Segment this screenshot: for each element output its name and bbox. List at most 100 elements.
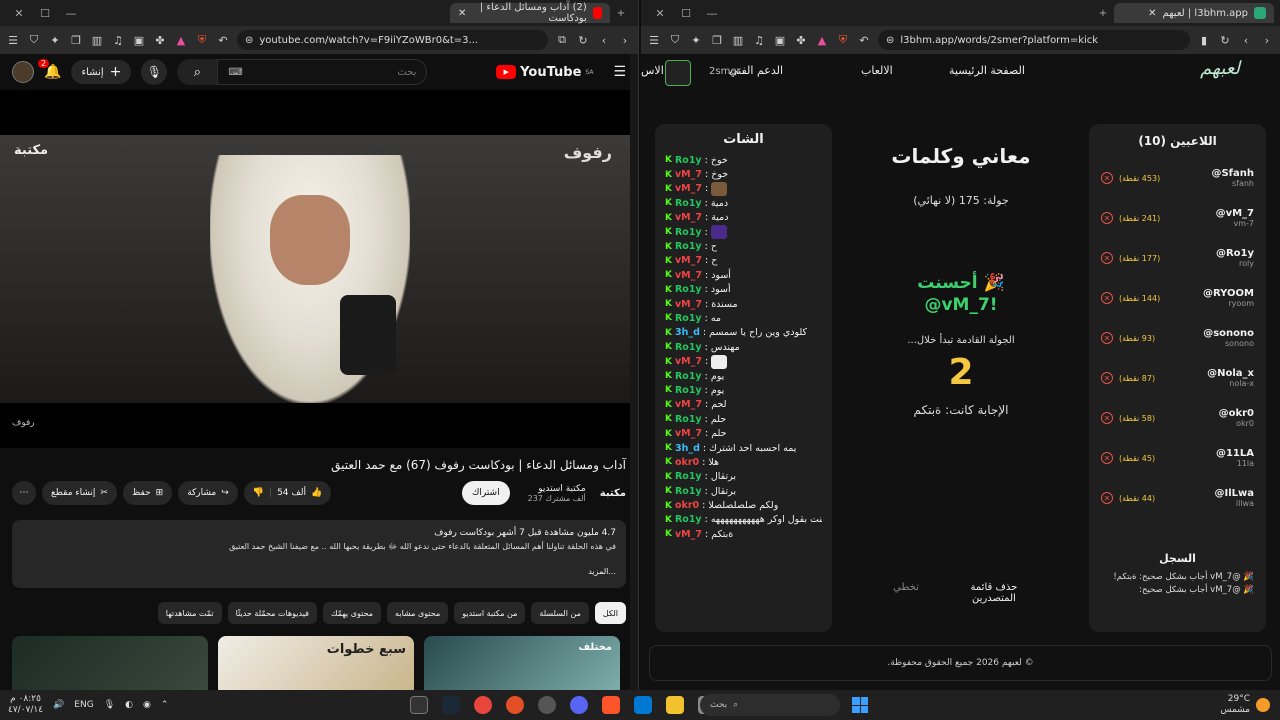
minimize-icon[interactable]: — [58,7,84,20]
store-icon[interactable] [634,696,652,714]
channel-logo[interactable]: مكتبة [600,488,626,499]
weather-widget[interactable]: 29°C مشمس [1220,694,1270,716]
remove-player-icon[interactable]: ✕ [1101,292,1113,304]
brave-rewards-icon[interactable]: ▲ [815,33,829,47]
chip-channel[interactable]: من مكتبة استديو [454,602,526,624]
extension-icon[interactable]: ✦ [689,33,703,47]
puzzle-icon[interactable]: ✤ [153,33,167,47]
shield-icon[interactable]: ⛉ [668,33,682,47]
chat-username[interactable]: vM_7 [675,529,702,540]
music-icon[interactable]: ♫ [752,33,766,47]
app-icon[interactable] [538,696,556,714]
copy-url-icon[interactable]: ⧉ [555,33,569,47]
chat-username[interactable]: 3h_d [675,443,700,454]
save-button[interactable]: حفظ ⊞ [122,481,173,505]
clip-button[interactable]: إنشاء مقطع ✂ [42,481,117,505]
forward-icon[interactable]: › [1260,33,1274,47]
chat-username[interactable]: Ro1y [675,471,702,482]
music-icon[interactable]: ♫ [111,33,125,47]
remove-player-icon[interactable]: ✕ [1101,172,1113,184]
remove-player-icon[interactable]: ✕ [1101,452,1113,464]
bookmark-page-icon[interactable]: ▮ [1197,33,1211,47]
maximize-icon[interactable]: ☐ [673,7,699,20]
chat-username[interactable]: okr0 [675,457,699,468]
extension-icon[interactable]: ✦ [48,33,62,47]
video-frame[interactable]: مكتبة رفوف [0,135,630,403]
chat-username[interactable]: Ro1y [675,155,702,166]
screenshot-icon[interactable]: ▣ [132,33,146,47]
new-tab-icon[interactable]: + [1092,8,1114,19]
avatar[interactable] [12,61,34,83]
chat-username[interactable]: vM_7 [675,356,702,367]
volume-icon[interactable]: 🔊 [53,700,64,710]
video-player[interactable]: مكتبة رفوف رفوف [0,90,638,448]
page-scrollbar[interactable] [630,54,638,690]
tab-youtube[interactable]: (2) آداب ومسائل الدعاء | بودكاست ✕ [450,2,610,24]
minimize-icon[interactable]: — [699,7,725,20]
voice-search-icon[interactable]: 🎙 [141,59,168,85]
notifications-icon[interactable]: 🔔 2 [38,59,61,80]
close-window-icon[interactable]: ✕ [647,7,673,20]
language-indicator[interactable]: ENG [74,700,93,710]
remove-player-icon[interactable]: ✕ [1101,492,1113,504]
brave-icon[interactable] [602,696,620,714]
sidebar-icon[interactable]: ▥ [90,33,104,47]
share-url-icon[interactable]: ↶ [216,33,230,47]
site-info-icon[interactable]: ⊜ [886,35,894,46]
network-icon[interactable]: ◉ [143,700,151,710]
chat-username[interactable]: Ro1y [675,198,702,209]
reload-icon[interactable]: ↻ [1218,33,1232,47]
related-video-thumbnail[interactable] [12,636,208,690]
brave-shield-icon[interactable]: ⛨ [195,33,209,47]
create-button[interactable]: إنشاء + [71,60,132,84]
chat-username[interactable]: vM_7 [675,212,702,223]
reload-icon[interactable]: ↻ [576,33,590,47]
chat-username[interactable]: okr0 [675,500,699,511]
chat-username[interactable]: vM_7 [675,270,702,281]
chat-username[interactable]: vM_7 [675,183,702,194]
share-url-icon[interactable]: ↶ [857,33,871,47]
remove-player-icon[interactable]: ✕ [1101,252,1113,264]
chat-username[interactable]: Ro1y [675,342,702,353]
brave-shield-icon[interactable]: ⛨ [836,33,850,47]
address-bar[interactable]: ⊜ l3bhm.app/words/2smer?platform=kick [878,30,1190,50]
chrome-icon[interactable] [474,696,492,714]
new-tab-icon[interactable]: + [610,8,632,19]
chat-username[interactable]: Ro1y [675,385,702,396]
forward-icon[interactable]: › [618,33,632,47]
discord-icon[interactable] [570,696,588,714]
chat-username[interactable]: vM_7 [675,255,702,266]
chat-username[interactable]: Ro1y [675,414,702,425]
nav-support[interactable]: الدعم الفني [729,64,783,77]
chip-recent[interactable]: فيديوهات محمّلة حديثًا [227,602,317,624]
chip-similar[interactable]: محتوى مشابه [387,602,449,624]
clear-leaderboard-button[interactable]: حذف قائمة المتصدرين [959,582,1029,604]
chat-username[interactable]: Ro1y [675,313,702,324]
close-window-icon[interactable]: ✕ [6,7,32,20]
more-actions-button[interactable]: ⋯ [12,481,36,505]
mic-icon[interactable]: 🎙 [104,700,115,710]
chat-username[interactable]: vM_7 [675,299,702,310]
chat-username[interactable]: vM_7 [675,169,702,180]
subscribe-button[interactable]: اشتراك [461,481,510,505]
chip-for-you[interactable]: محتوى يهمّك [322,602,382,624]
chevron-up-icon[interactable]: ⌃ [161,700,169,710]
remove-player-icon[interactable]: ✕ [1101,372,1113,384]
steam-icon[interactable] [442,696,460,714]
chat-username[interactable]: Ro1y [675,284,702,295]
chat-username[interactable]: Ro1y [675,227,702,238]
close-tab-icon[interactable]: ✕ [458,8,466,19]
close-tab-icon[interactable]: ✕ [1148,8,1156,19]
chip-watched[interactable]: تمّت مشاهدتها [157,602,222,624]
clock[interactable]: ٠٨:٢٥ م ٤٧/٠٧/١٤ [8,694,43,716]
hamburger-menu-icon[interactable]: ☰ [613,64,626,80]
chip-all[interactable]: الكل [594,602,626,624]
maximize-icon[interactable]: ☐ [32,7,58,20]
start-button[interactable] [852,697,868,713]
address-bar[interactable]: ⊜ youtube.com/watch?v=F9iiYZoWBr0&t=3... [237,30,548,50]
file-explorer-icon[interactable] [666,696,684,714]
skip-button[interactable]: تخطي [893,582,919,604]
shield-icon[interactable]: ⛉ [27,33,41,47]
site-info-icon[interactable]: ⊜ [245,35,253,46]
dislike-icon[interactable]: 👎 [253,488,264,498]
